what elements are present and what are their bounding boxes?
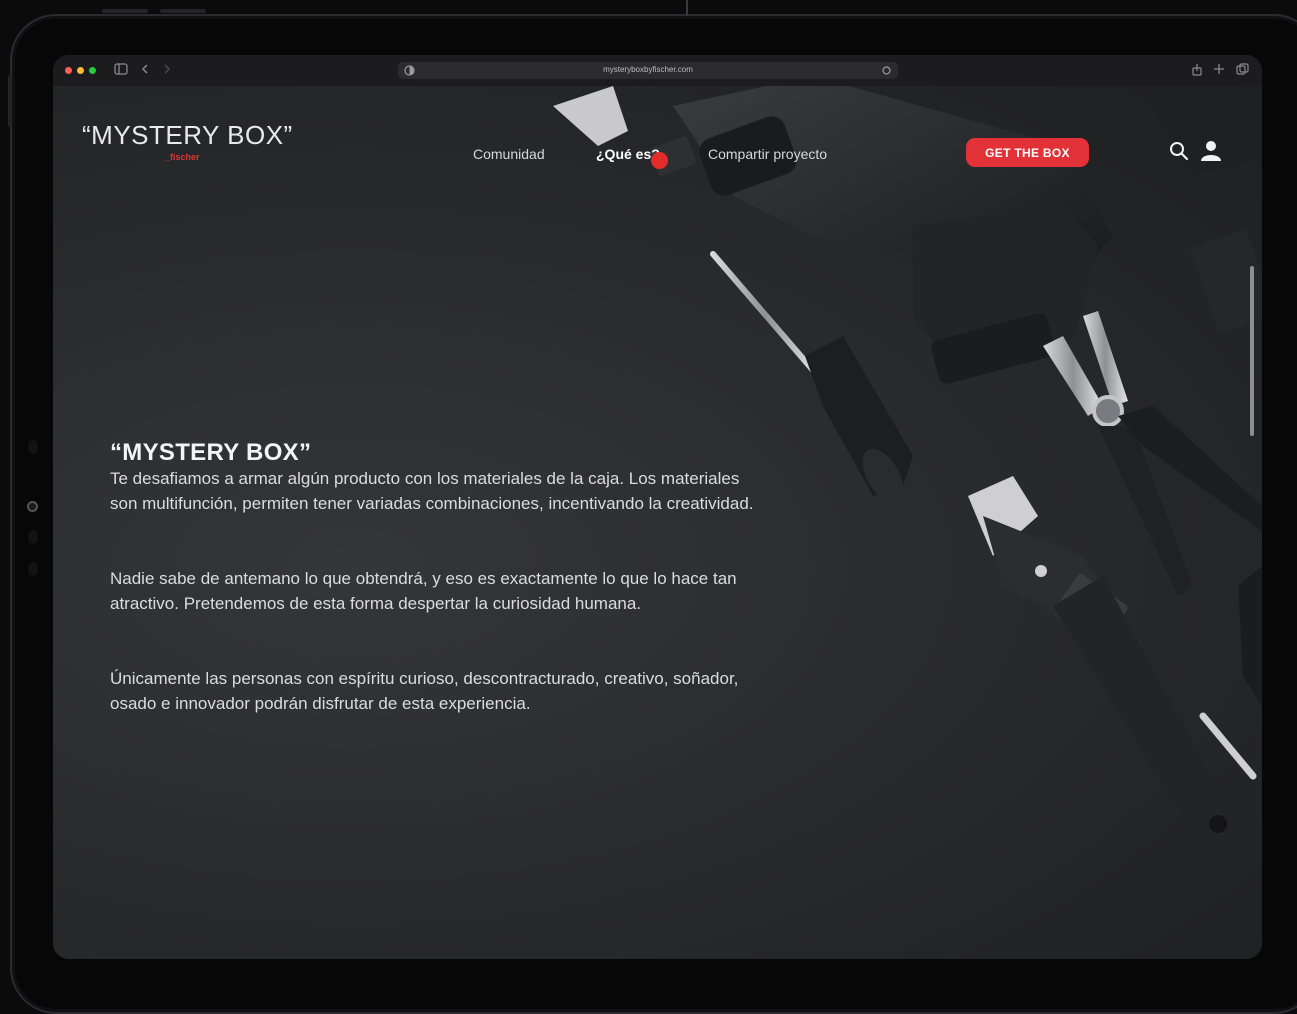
- side-button: [8, 75, 12, 127]
- get-the-box-button[interactable]: GET THE BOX: [966, 138, 1089, 167]
- user-icon[interactable]: [1198, 138, 1224, 164]
- minimize-window-button[interactable]: [77, 67, 84, 74]
- forward-icon[interactable]: [163, 63, 171, 75]
- hero-paragraph-3: Únicamente las personas con espíritu cur…: [110, 669, 739, 713]
- pipe-wrench-image: [968, 476, 1243, 866]
- browser-toolbar: mysteryboxbyfischer.com: [53, 55, 1262, 87]
- hero-section: “MYSTERY BOX” _fischer Comunidad ¿Qué es…: [53, 86, 1262, 959]
- share-icon[interactable]: [1191, 63, 1203, 76]
- hero-paragraph-2: Nadie sabe de antemano lo que obtendrá, …: [110, 569, 737, 613]
- hero-paragraph-1: Te desafiamos a armar algún producto con…: [110, 469, 754, 513]
- address-bar[interactable]: mysteryboxbyfischer.com: [398, 62, 898, 79]
- scrollbar-thumb[interactable]: [1250, 266, 1254, 436]
- url-text: mysteryboxbyfischer.com: [603, 65, 693, 74]
- tools-background-image: [553, 86, 1262, 866]
- new-tab-icon[interactable]: [1213, 63, 1225, 75]
- screen: mysteryboxbyfischer.com “MYSTERY BOX” _f…: [53, 55, 1262, 959]
- search-icon[interactable]: [1166, 138, 1192, 164]
- close-window-button[interactable]: [65, 67, 72, 74]
- top-button: [102, 9, 148, 13]
- top-divider: [686, 0, 688, 16]
- site-logo-title[interactable]: “MYSTERY BOX”: [82, 120, 293, 151]
- nav-item-compartir-proyecto[interactable]: Compartir proyecto: [708, 146, 827, 162]
- active-indicator-dot: [651, 152, 668, 169]
- sensor-dot: [28, 530, 38, 544]
- top-button-2: [160, 9, 206, 13]
- maximize-window-button[interactable]: [89, 67, 96, 74]
- sensor-dot: [28, 562, 38, 576]
- site-logo-subtitle: _fischer: [165, 152, 200, 162]
- sensor-dot: [28, 440, 38, 454]
- nav-item-comunidad[interactable]: Comunidad: [473, 146, 545, 162]
- tabs-overview-icon[interactable]: [1236, 63, 1249, 75]
- drill-image: [553, 86, 1113, 384]
- reload-icon[interactable]: [881, 65, 892, 76]
- back-icon[interactable]: [141, 63, 149, 75]
- sidebar-icon[interactable]: [114, 63, 128, 75]
- camera-icon: [27, 501, 38, 512]
- hero-headline: “MYSTERY BOX”: [110, 439, 312, 466]
